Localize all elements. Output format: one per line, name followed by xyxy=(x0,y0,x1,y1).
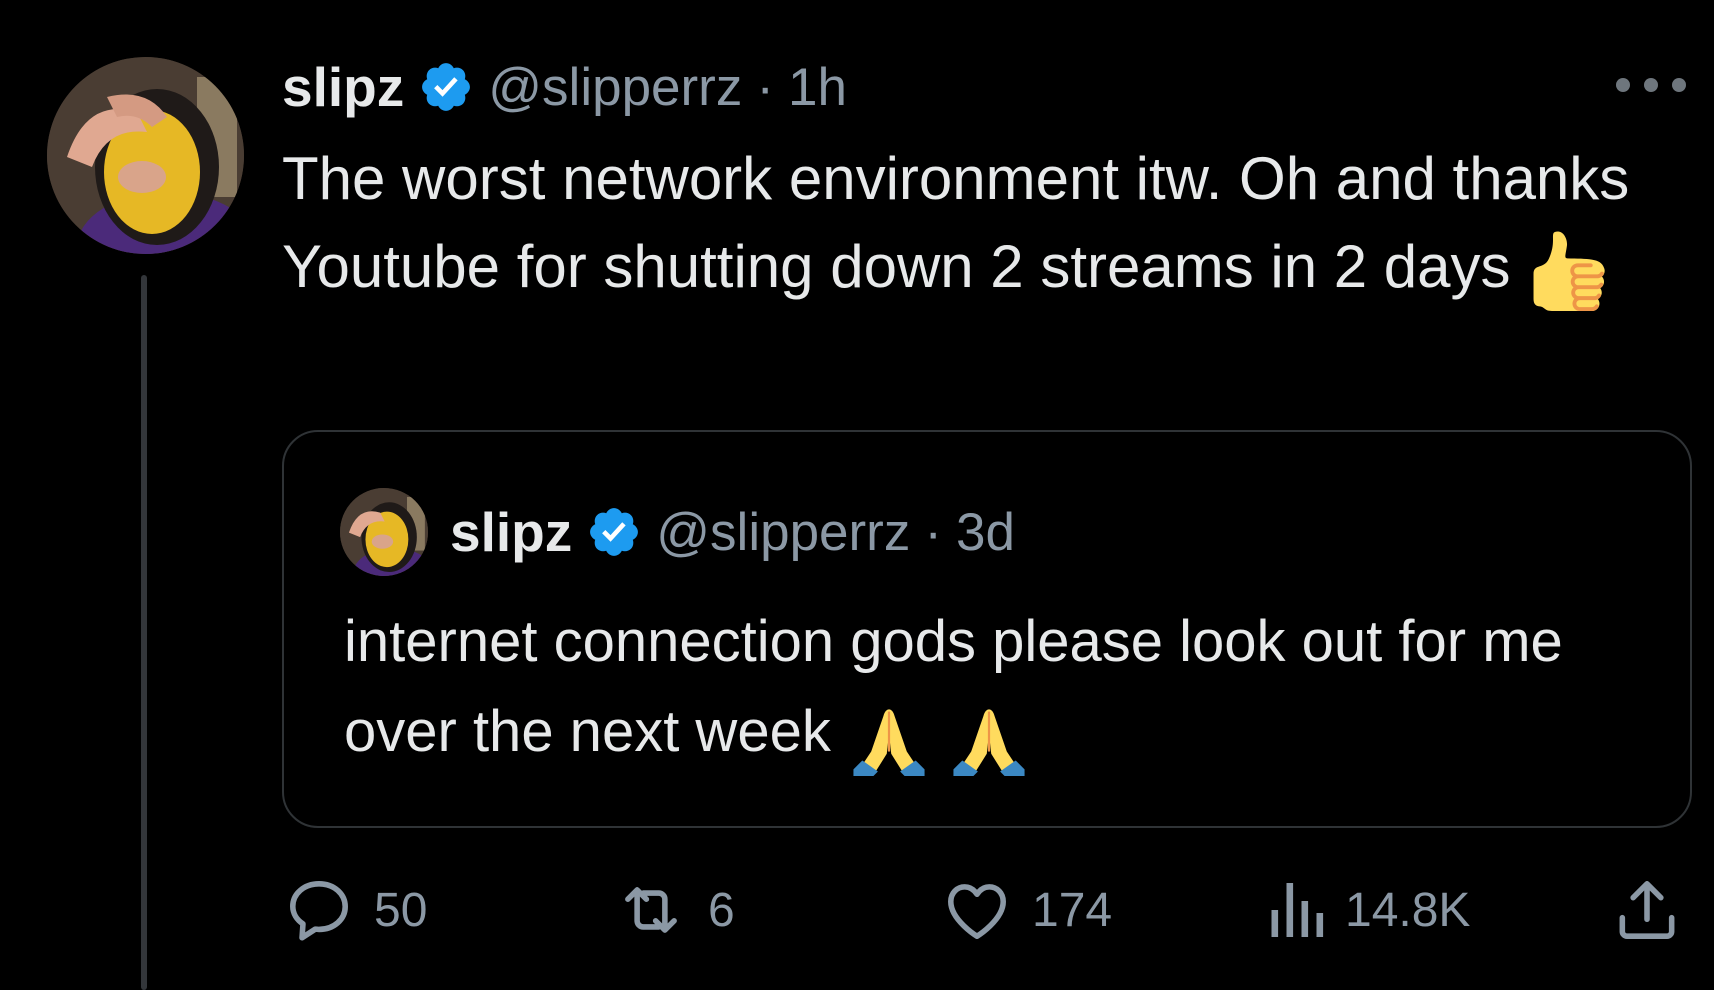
tweet-text: The worst network environment itw. Oh an… xyxy=(282,135,1702,313)
quoted-author-avatar[interactable] xyxy=(340,488,428,576)
retweet-icon xyxy=(625,887,677,933)
quoted-tweet-text: internet connection gods please look out… xyxy=(344,597,1644,777)
avatar-image xyxy=(47,57,244,254)
separator-dot: · xyxy=(924,502,942,562)
quoted-tweet-card[interactable]: slipz @slipperrz · 3d internet connectio… xyxy=(282,430,1692,828)
retweet-count: 6 xyxy=(708,883,735,937)
like-button[interactable]: 174 xyxy=(940,865,1112,955)
separator-dot: · xyxy=(756,57,774,117)
quoted-author-name[interactable]: slipz xyxy=(450,500,572,564)
share-icon xyxy=(1619,881,1675,939)
thread-line xyxy=(141,275,147,990)
verified-badge-icon xyxy=(422,63,471,111)
folded-hands-emoji xyxy=(953,709,1025,776)
views-button[interactable]: 14.8K xyxy=(1267,865,1470,955)
reply-count: 50 xyxy=(374,883,428,937)
retweet-button[interactable]: 6 xyxy=(612,865,735,955)
like-count: 174 xyxy=(1032,883,1113,937)
tweet-text-content: The worst network environment itw. Oh an… xyxy=(282,145,1630,300)
author-name[interactable]: slipz xyxy=(282,55,404,119)
folded-hands-emoji xyxy=(853,709,925,776)
tweet-action-bar: 50 6 174 14.8K xyxy=(282,865,1702,955)
more-options-icon[interactable] xyxy=(1616,70,1686,100)
view-count: 14.8K xyxy=(1345,883,1471,937)
share-button[interactable] xyxy=(1610,865,1684,955)
reply-icon xyxy=(290,881,348,941)
tweet-header: slipz @slipperrz · 1h xyxy=(282,50,847,124)
thumbs-up-emoji xyxy=(1533,231,1605,312)
reply-button[interactable]: 50 xyxy=(282,865,427,955)
views-icon xyxy=(1271,883,1324,937)
heart-icon xyxy=(948,884,1006,939)
author-handle[interactable]: @slipperrz xyxy=(488,57,742,118)
tweet-timestamp[interactable]: 1h xyxy=(788,57,847,118)
verified-badge-icon xyxy=(590,508,639,556)
avatar-image xyxy=(340,488,428,576)
quoted-author-handle[interactable]: @slipperrz xyxy=(656,502,910,563)
author-avatar[interactable] xyxy=(47,57,244,254)
quoted-tweet-timestamp[interactable]: 3d xyxy=(956,502,1015,563)
quoted-tweet-header: slipz @slipperrz · 3d xyxy=(450,494,1015,570)
